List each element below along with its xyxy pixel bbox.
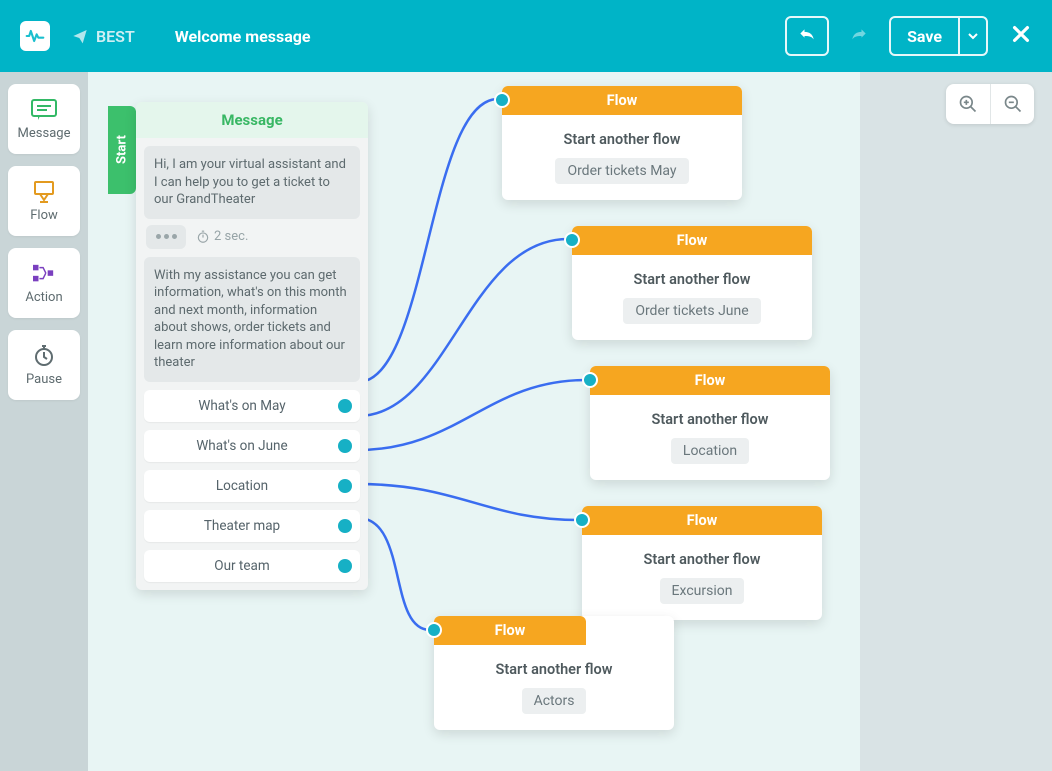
flow-node-order-tickets-june[interactable]: Flow Start another flow Order tickets Ju… <box>572 226 812 340</box>
flow-node-header: Flow <box>502 86 742 115</box>
flow-title: Welcome message <box>175 27 311 46</box>
start-tab[interactable]: Start <box>108 106 136 194</box>
output-port[interactable] <box>338 559 352 573</box>
pause-icon <box>30 344 58 368</box>
flow-target-chip[interactable]: Location <box>671 438 749 464</box>
message-icon <box>30 98 58 122</box>
flow-node-excursion[interactable]: Flow Start another flow Excursion <box>582 506 822 620</box>
flow-node-subtitle: Start another flow <box>582 271 802 288</box>
flow-node-location[interactable]: Flow Start another flow Location <box>590 366 830 480</box>
option-theater-map[interactable]: Theater map <box>144 510 360 542</box>
flow-node-header: Flow <box>590 366 830 395</box>
flow-node-header: Flow <box>582 506 822 535</box>
flow-target-chip[interactable]: Excursion <box>660 578 745 604</box>
tool-pause-label: Pause <box>26 372 62 387</box>
bot-name[interactable]: BEST <box>72 27 135 46</box>
redo-button[interactable] <box>837 16 881 56</box>
stopwatch-icon <box>196 230 210 244</box>
output-port[interactable] <box>338 479 352 493</box>
output-port[interactable] <box>338 519 352 533</box>
bot-name-text: BEST <box>96 27 135 46</box>
option-label: Our team <box>214 558 269 574</box>
option-our-team[interactable]: Our team <box>144 550 360 582</box>
option-location[interactable]: Location <box>144 470 360 502</box>
tool-flow-label: Flow <box>30 208 58 223</box>
typing-delay-label: 2 sec. <box>196 229 248 244</box>
option-label: Theater map <box>204 518 280 534</box>
zoom-out-button[interactable] <box>990 84 1034 124</box>
output-port[interactable] <box>338 439 352 453</box>
input-port[interactable] <box>582 372 598 388</box>
option-label: What's on June <box>196 438 287 454</box>
tool-action-label: Action <box>25 290 62 305</box>
input-port[interactable] <box>426 622 442 638</box>
message-node-title: Message <box>136 102 368 138</box>
input-port[interactable] <box>494 92 510 108</box>
message-bubble-1: Hi, I am your virtual assistant and I ca… <box>144 146 360 219</box>
message-node-body: Hi, I am your virtual assistant and I ca… <box>136 138 368 590</box>
app-logo <box>20 21 50 51</box>
flow-target-chip[interactable]: Order tickets May <box>555 158 688 184</box>
option-label: Location <box>216 478 268 494</box>
output-port[interactable] <box>338 399 352 413</box>
flow-node-actors[interactable]: Flow Start another flow Actors <box>434 616 674 730</box>
save-button[interactable]: Save <box>891 18 958 54</box>
input-port[interactable] <box>574 512 590 528</box>
topbar: BEST Welcome message Save <box>0 0 1052 72</box>
send-icon <box>72 28 88 44</box>
tool-action[interactable]: Action <box>8 248 80 318</box>
flow-node-header: Flow <box>434 616 586 645</box>
message-node[interactable]: Message Hi, I am your virtual assistant … <box>136 102 368 590</box>
tool-flow[interactable]: Flow <box>8 166 80 236</box>
message-bubble-2: With my assistance you can get informati… <box>144 257 360 382</box>
flow-canvas[interactable]: Start Message Hi, I am your virtual assi… <box>88 72 860 771</box>
close-button[interactable] <box>1010 23 1032 49</box>
zoom-in-button[interactable] <box>946 84 990 124</box>
undo-button[interactable] <box>785 16 829 56</box>
flow-node-header: Flow <box>572 226 812 255</box>
flow-node-subtitle: Start another flow <box>444 661 664 678</box>
tool-sidebar: Message Flow Action Pause <box>0 72 88 771</box>
tool-pause[interactable]: Pause <box>8 330 80 400</box>
topbar-actions: Save <box>785 16 1032 56</box>
flow-target-chip[interactable]: Order tickets June <box>623 298 760 324</box>
input-port[interactable] <box>564 232 580 248</box>
tool-message[interactable]: Message <box>8 84 80 154</box>
typing-delay-row: 2 sec. <box>144 219 360 251</box>
zoom-controls <box>946 84 1034 124</box>
save-dropdown-button[interactable] <box>958 18 986 54</box>
flow-target-chip[interactable]: Actors <box>522 688 587 714</box>
flow-node-subtitle: Start another flow <box>600 411 820 428</box>
tool-message-label: Message <box>18 126 71 141</box>
flow-icon <box>30 180 58 204</box>
typing-dots-icon <box>146 225 186 249</box>
option-whats-on-may[interactable]: What's on May <box>144 390 360 422</box>
save-group: Save <box>889 16 988 56</box>
action-icon <box>30 262 58 286</box>
flow-node-order-tickets-may[interactable]: Flow Start another flow Order tickets Ma… <box>502 86 742 200</box>
option-whats-on-june[interactable]: What's on June <box>144 430 360 462</box>
flow-node-subtitle: Start another flow <box>592 551 812 568</box>
typing-delay-text: 2 sec. <box>214 229 248 244</box>
option-label: What's on May <box>198 398 285 414</box>
flow-node-subtitle: Start another flow <box>512 131 732 148</box>
